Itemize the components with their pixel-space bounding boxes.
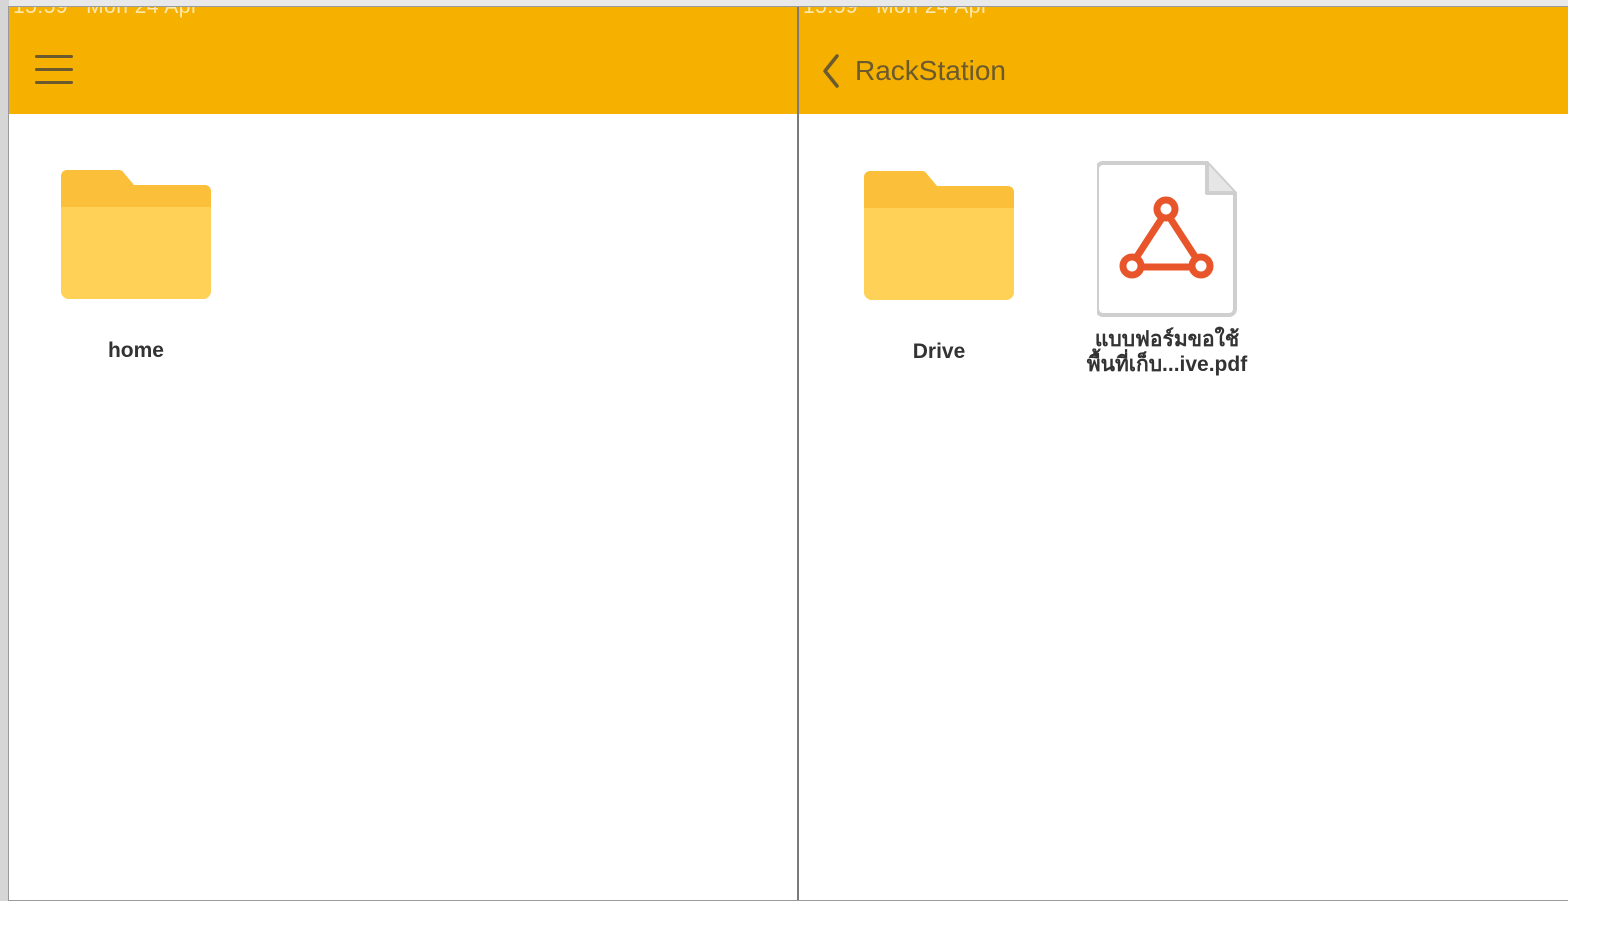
header-bar: 15:59 Mon 24 Apr RackStation [799, 7, 1568, 114]
chevron-left-icon [823, 54, 839, 88]
status-time: 15:59 [13, 7, 68, 18]
folder-icon [61, 170, 211, 299]
right-edge [1568, 0, 1611, 927]
pdf-icon [1097, 161, 1237, 317]
right-panel: 15:59 Mon 24 Apr RackStation Drive [799, 7, 1568, 901]
frame-border-left [8, 6, 9, 901]
back-label: RackStation [855, 55, 1006, 86]
item-label-line2: พื้นที่เก็บ...ive.pdf [1086, 353, 1248, 376]
left-panel: 15:59 Mon 24 Apr home [9, 7, 799, 901]
frame-border-top [9, 6, 1568, 7]
menu-icon[interactable] [35, 55, 73, 85]
item-label-line1: แบบฟอร์มขอใช้ [1094, 328, 1240, 351]
back-button[interactable]: RackStation [821, 53, 1006, 89]
folder-item-drive[interactable]: Drive [864, 168, 1014, 364]
item-label: home [107, 339, 164, 362]
status-time: 15:59 [803, 7, 858, 18]
folder-item-home[interactable]: home [61, 167, 211, 363]
status-bar: 15:59 Mon 24 Apr [13, 7, 216, 19]
file-item-pdf[interactable]: แบบฟอร์มขอใช้ พื้นที่เก็บ...ive.pdf [1077, 161, 1257, 377]
status-bar: 15:59 Mon 24 Apr [803, 7, 1006, 19]
folder-icon [864, 171, 1014, 300]
header-bar: 15:59 Mon 24 Apr [9, 7, 797, 114]
status-date: Mon 24 Apr [876, 7, 988, 18]
item-label: Drive [912, 340, 966, 363]
bottom-edge [0, 901, 1611, 927]
status-date: Mon 24 Apr [86, 7, 198, 18]
screenshot-frame: 15:59 Mon 24 Apr home 15:59 Mon 24 Apr [0, 0, 1611, 927]
